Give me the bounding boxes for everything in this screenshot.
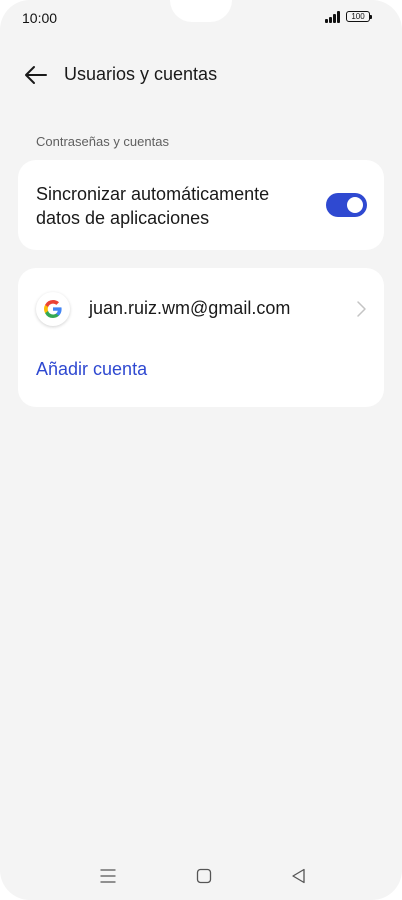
camera-notch [170,0,232,22]
status-bar: 10:00 100 [0,0,402,36]
screen: 10:00 100 Usuarios y cuentas Contraseñas… [0,0,402,900]
header: Usuarios y cuentas [0,58,402,92]
account-row-google[interactable]: juan.ruiz.wm@gmail.com [18,286,384,332]
battery-icon: 100 [346,11,372,22]
signal-bars-icon [325,11,343,23]
accounts-card: juan.ruiz.wm@gmail.com Añadir cuenta [18,268,384,407]
status-time: 10:00 [22,10,58,26]
section-label: Contraseñas y cuentas [36,134,169,149]
account-email: juan.ruiz.wm@gmail.com [89,298,291,318]
add-account-link[interactable]: Añadir cuenta [36,359,147,380]
sync-toggle[interactable] [326,193,367,217]
sync-card: Sincronizar automáticamente datos de apl… [18,160,384,250]
page-title: Usuarios y cuentas [64,64,218,84]
triangle-back-icon[interactable] [289,866,309,886]
navigation-bar [0,858,402,892]
sync-label: Sincronizar automáticamente datos de apl… [36,184,270,228]
menu-icon[interactable] [98,866,118,886]
chevron-right-icon [357,301,366,317]
toggle-knob [347,197,363,213]
google-logo-icon [36,292,70,326]
battery-level: 100 [351,12,365,21]
arrow-left-icon[interactable] [24,64,48,86]
square-home-icon[interactable] [194,866,214,886]
